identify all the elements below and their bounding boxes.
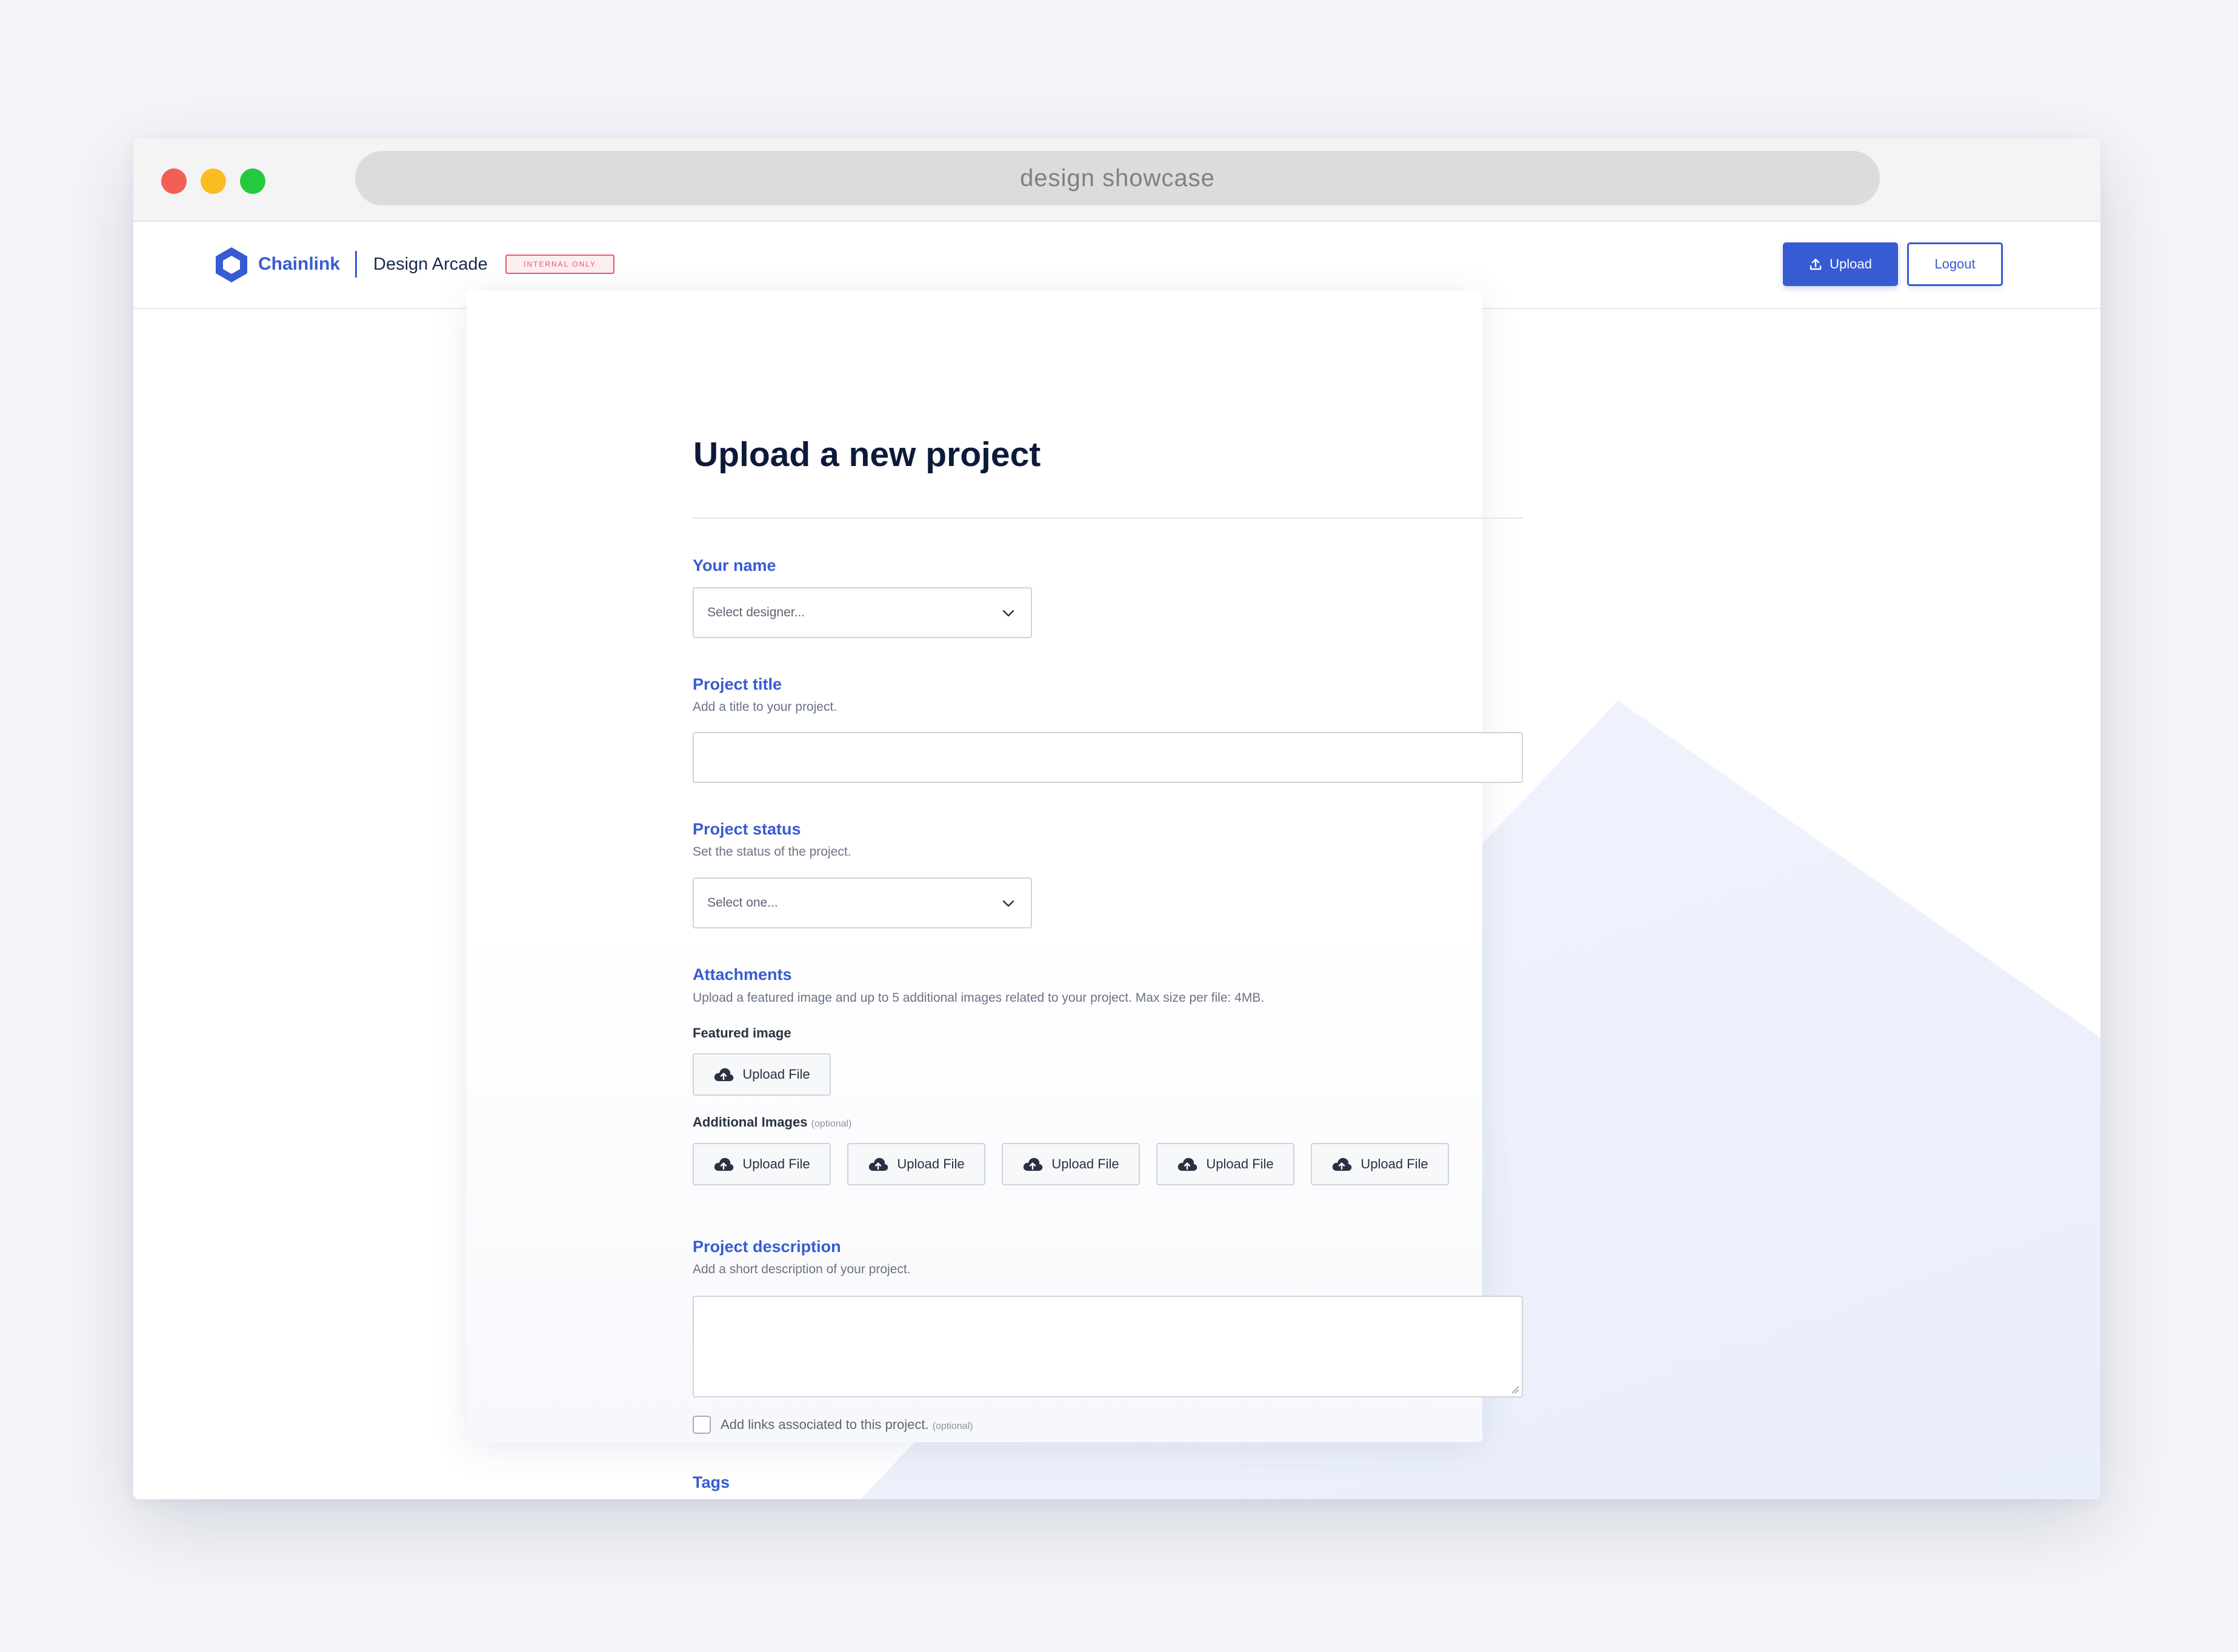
attachments-hint: Upload a featured image and up to 5 addi… (693, 991, 1265, 1005)
additional-image-upload-button-5[interactable]: Upload File (1311, 1143, 1449, 1185)
browser-window: design showcase Chainlink Design Arcade … (133, 138, 2100, 1499)
project-description-textarea[interactable] (693, 1296, 1523, 1397)
project-title-hint: Add a title to your project. (693, 700, 838, 714)
upload-file-label: Upload File (1051, 1156, 1119, 1171)
featured-image-upload-button[interactable]: Upload File (693, 1053, 831, 1096)
title-divider (693, 518, 1523, 519)
additional-image-upload-button-1[interactable]: Upload File (693, 1143, 831, 1185)
upload-file-label: Upload File (1206, 1156, 1274, 1171)
form-layer: Upload a new project Your name Select de… (133, 138, 2100, 1499)
project-status-hint: Set the status of the project. (693, 845, 851, 859)
upload-file-label: Upload File (742, 1156, 810, 1171)
featured-image-upload-label: Upload File (742, 1067, 810, 1082)
add-links-checkbox[interactable] (693, 1416, 711, 1434)
your-name-label: Your name (693, 556, 776, 575)
upload-file-label: Upload File (1360, 1156, 1428, 1171)
project-status-label: Project status (693, 820, 801, 838)
project-status-select[interactable]: Select one... (693, 878, 1032, 928)
featured-image-label: Featured image (693, 1025, 791, 1041)
additional-image-upload-button-2[interactable]: Upload File (847, 1143, 985, 1185)
attachments-label: Attachments (693, 965, 792, 984)
additional-images-optional: (optional) (811, 1119, 852, 1129)
upload-file-label: Upload File (897, 1156, 965, 1171)
cloud-upload-icon (869, 1157, 888, 1171)
chevron-down-icon (1002, 610, 1014, 617)
cloud-upload-icon (1178, 1157, 1197, 1171)
resize-handle-icon[interactable] (1511, 1385, 1519, 1394)
cloud-upload-icon (714, 1157, 734, 1171)
additional-image-upload-button-4[interactable]: Upload File (1156, 1143, 1294, 1185)
cloud-upload-icon (714, 1068, 734, 1081)
project-title-input[interactable] (693, 732, 1523, 783)
cloud-upload-icon (1333, 1157, 1352, 1171)
project-description-hint: Add a short description of your project. (693, 1262, 911, 1276)
project-title-label: Project title (693, 675, 782, 693)
additional-images-label: Additional Images (optional) (693, 1114, 851, 1133)
project-status-select-value: Select one... (707, 896, 778, 910)
additional-images-label-text: Additional Images (693, 1114, 808, 1130)
designer-select[interactable]: Select designer... (693, 587, 1032, 638)
project-description-label: Project description (693, 1237, 841, 1256)
tags-label: Tags (693, 1473, 730, 1491)
page-title: Upload a new project (693, 435, 1041, 474)
add-links-optional: (optional) (932, 1421, 973, 1431)
designer-select-value: Select designer... (707, 605, 805, 619)
chevron-down-icon (1002, 900, 1014, 907)
cloud-upload-icon (1024, 1157, 1043, 1171)
add-links-label-text: Add links associated to this project. (721, 1417, 929, 1432)
add-links-label[interactable]: Add links associated to this project. (o… (721, 1416, 973, 1435)
additional-image-upload-button-3[interactable]: Upload File (1002, 1143, 1140, 1185)
